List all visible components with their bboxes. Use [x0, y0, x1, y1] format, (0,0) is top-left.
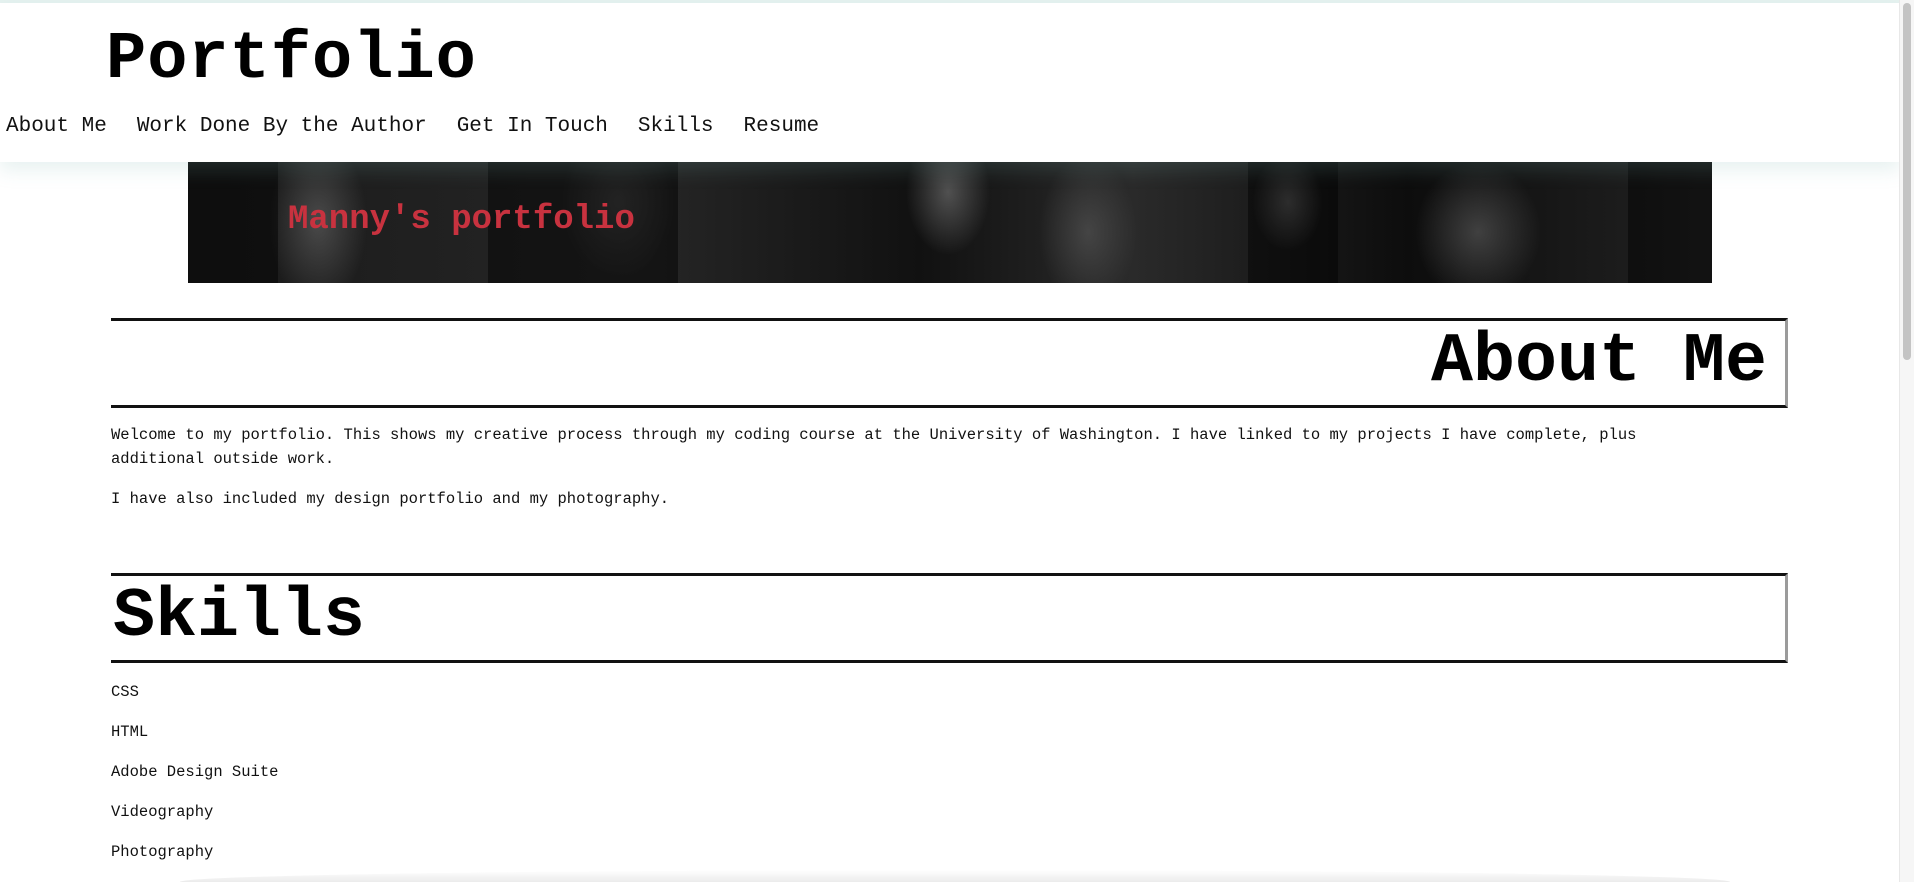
- banner-shadow: [1248, 162, 1338, 283]
- about-heading-box: About Me: [111, 318, 1788, 408]
- nav-link-get-in-touch[interactable]: Get In Touch: [457, 113, 608, 141]
- hero-banner-photo: Manny's portfolio: [188, 162, 1712, 283]
- about-heading: About Me: [1430, 323, 1767, 402]
- bottom-shadow: [180, 870, 1730, 882]
- site-header: Portfolio About Me Work Done By the Auth…: [0, 3, 1900, 162]
- skill-item: HTML: [111, 723, 149, 741]
- about-paragraph: Welcome to my portfolio. This shows my c…: [111, 426, 1637, 468]
- about-paragraph: I have also included my design portfolio…: [111, 490, 670, 508]
- banner-shadow: [188, 162, 278, 283]
- nav-link-work[interactable]: Work Done By the Author: [137, 113, 427, 141]
- skill-item: Videography: [111, 803, 214, 821]
- nav-link-about-me[interactable]: About Me: [6, 113, 107, 141]
- skill-item: CSS: [111, 683, 139, 701]
- vertical-scrollbar[interactable]: [1899, 0, 1914, 882]
- skill-item: Photography: [111, 843, 214, 861]
- nav-link-resume[interactable]: Resume: [744, 113, 820, 141]
- main-nav: About Me Work Done By the Author Get In …: [6, 113, 849, 141]
- scrollbar-thumb[interactable]: [1903, 3, 1911, 360]
- nav-link-skills[interactable]: Skills: [638, 113, 714, 141]
- banner-title: Manny's portfolio: [288, 201, 635, 239]
- banner-shadow: [1628, 162, 1712, 283]
- site-title: Portfolio: [106, 22, 477, 98]
- skill-item: Adobe Design Suite: [111, 763, 279, 781]
- skills-heading: Skills: [113, 578, 366, 657]
- skills-heading-box: Skills: [111, 573, 1788, 663]
- skills-list: CSS HTML Adobe Design Suite Videography …: [111, 680, 278, 880]
